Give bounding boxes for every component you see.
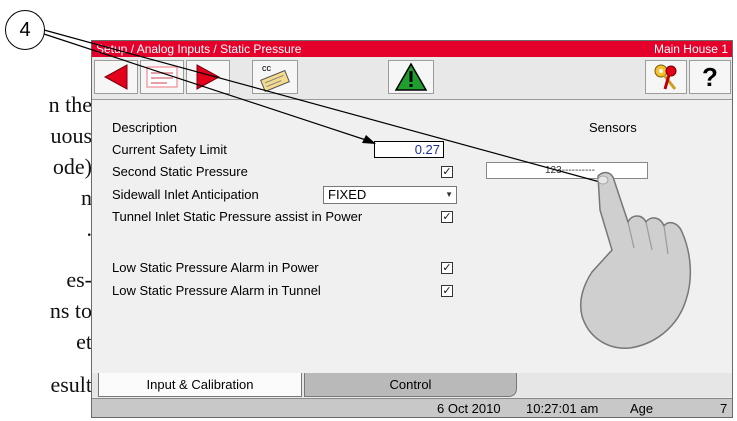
second-static-label: Second Static Pressure [112,164,248,179]
sidewall-anticipation-label: Sidewall Inlet Anticipation [112,187,259,202]
sidewall-anticipation-value: FIXED [328,187,367,202]
sensor-assignment-field[interactable]: 123---------- [486,162,648,179]
second-static-checkbox[interactable]: ✓ [441,166,453,178]
forward-arrow-icon [196,64,221,90]
cc-label: cc [262,63,272,73]
chevron-down-icon: ▼ [445,190,453,199]
help-button[interactable]: ? [689,60,731,94]
tunnel-assist-checkbox[interactable]: ✓ [441,211,453,223]
sidewall-anticipation-select[interactable]: FIXED ▼ [323,186,457,204]
safety-limit-label: Current Safety Limit [112,142,227,157]
manual-text-line: es- [66,267,92,292]
manual-text-line: esult [50,372,92,397]
manual-text-line: n the [48,92,92,117]
status-time: 10:27:01 am [526,401,599,416]
back-button[interactable] [94,60,138,94]
tab-control[interactable]: Control [304,373,517,397]
low-alarm-tunnel-checkbox[interactable]: ✓ [441,285,453,297]
list-button[interactable] [140,60,184,94]
low-alarm-tunnel-label: Low Static Pressure Alarm in Tunnel [112,283,321,298]
status-bar: 6 Oct 2010 10:27:01 am Age 7 [92,398,732,417]
tab-bar: Input & Calibration Control [92,373,732,397]
manual-text-line: n [81,185,92,210]
house-name: Main House 1 [653,42,728,56]
settings-panel: Description Sensors Current Safety Limit… [92,100,732,375]
toolbar: cc ? [92,57,732,100]
controller-screen: Setup / Analog Inputs / Static Pressure … [91,40,733,418]
title-bar: Setup / Analog Inputs / Static Pressure … [92,41,732,57]
cc-button[interactable]: cc [252,60,298,94]
tunnel-assist-label: Tunnel Inlet Static Pressure assist in P… [112,209,363,224]
manual-text-line: uous [50,123,92,148]
cc-card-icon: cc [260,63,290,93]
sensors-header: Sensors [589,120,637,135]
help-icon: ? [702,61,718,92]
breadcrumb: Setup / Analog Inputs / Static Pressure [96,42,302,56]
alarm-warning-icon [394,62,428,91]
back-arrow-icon [103,64,128,90]
tab-input-calibration[interactable]: Input & Calibration [98,373,302,397]
safety-limit-input[interactable]: 0.27 [374,141,444,158]
manual-text-line: ode) [52,154,92,179]
login-keys-button[interactable] [645,60,687,94]
low-alarm-power-checkbox[interactable]: ✓ [441,262,453,274]
description-header: Description [112,120,178,135]
low-alarm-power-label: Low Static Pressure Alarm in Power [112,260,319,275]
alarm-button[interactable] [388,60,434,94]
manual-text-line: . [86,216,93,241]
status-date: 6 Oct 2010 [437,401,501,416]
manual-text-line: et [76,329,92,354]
manual-text-line: ns to [49,298,92,323]
status-age-label: Age [630,401,654,416]
forward-button[interactable] [186,60,230,94]
list-icon [146,66,178,88]
keys-icon [654,64,677,90]
callout-number: 4 [5,10,45,50]
status-age-value: 7 [720,401,728,416]
